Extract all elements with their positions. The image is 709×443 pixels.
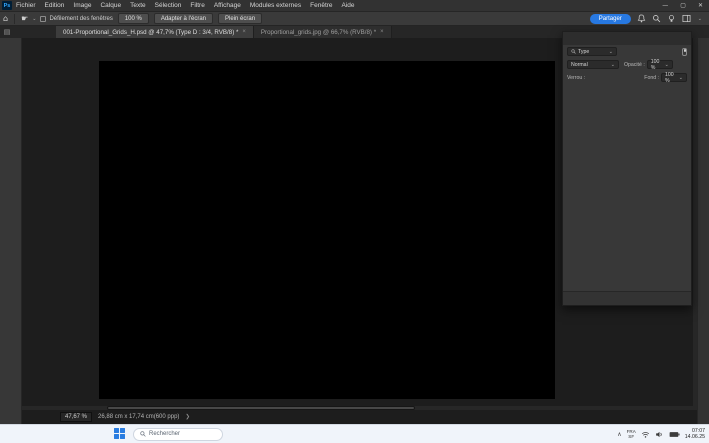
workspace-switcher-icon[interactable]	[682, 14, 691, 23]
menu-item-filtre[interactable]: Filtre	[190, 2, 204, 9]
fit-screen-button[interactable]: Adapter à l'écran	[154, 13, 213, 24]
panel-dock-strip	[697, 38, 709, 424]
layer-filter-row: Type ⌄	[563, 45, 691, 58]
document-tab-2[interactable]: Proportional_grids.jpg @ 66,7% (RVB/8) *…	[254, 26, 392, 38]
document-dimensions: 26,88 cm x 17,74 cm(600 ppp)	[98, 414, 179, 420]
menu-item-modules-externes[interactable]: Modules externes	[250, 2, 301, 9]
system-tray: ∧ FRASF 07:0714.06.25	[617, 428, 709, 441]
scroll-all-windows-label: Défilement des fenêtres	[49, 16, 112, 22]
menu-item-fichier[interactable]: Fichier	[16, 2, 36, 9]
layers-list	[563, 84, 691, 291]
opacity-value: 100 %	[651, 59, 663, 71]
tray-chevron-icon[interactable]: ∧	[617, 431, 621, 438]
tab-spacer	[14, 26, 56, 38]
search-kind-label: Type	[578, 49, 589, 55]
search-icon	[140, 431, 146, 437]
blend-mode-select[interactable]: Normal ⌄	[567, 60, 619, 69]
opacity-label: Opacité :	[624, 62, 645, 68]
close-button[interactable]: ✕	[698, 2, 703, 9]
window-controls: — ▢ ✕	[662, 2, 709, 9]
minimize-button[interactable]: —	[662, 2, 668, 9]
layers-panel: Type ⌄ Normal ⌄ Opacité : 100 % ⌄ Verrou…	[562, 31, 692, 306]
fill-select[interactable]: 100 % ⌄	[661, 73, 687, 82]
menu-item-aide[interactable]: Aide	[342, 2, 355, 9]
scroll-all-windows-checkbox[interactable]	[40, 16, 46, 22]
maximize-button[interactable]: ▢	[680, 2, 686, 9]
status-menu-caret[interactable]: ❯	[185, 414, 190, 420]
canvas[interactable]	[99, 61, 555, 399]
taskbar-search-label: Rechercher	[149, 431, 180, 437]
panel-tab-bar	[563, 32, 691, 45]
start-button[interactable]	[114, 428, 127, 441]
document-tab-label: 001-Proportional_Grids_H.psd @ 47,7% (Ty…	[63, 29, 238, 36]
layers-panel-actions	[563, 291, 691, 305]
chevron-down-icon[interactable]: ⌄	[698, 16, 702, 22]
tools-panel	[0, 38, 22, 424]
zoom-level-field[interactable]: 47,67 %	[60, 412, 92, 422]
share-button[interactable]: Partager	[590, 14, 631, 24]
wifi-icon[interactable]	[641, 430, 650, 439]
document-tab-1[interactable]: 001-Proportional_Grids_H.psd @ 47,7% (Ty…	[56, 26, 254, 38]
blend-mode-row: Normal ⌄ Opacité : 100 % ⌄	[563, 58, 691, 71]
taskbar-clock[interactable]: 07:0714.06.25	[685, 428, 705, 441]
menu-bar: Fichier Edition Image Calque Texte Sélection F…	[16, 2, 355, 9]
full-screen-button[interactable]: Plein écran	[218, 13, 262, 24]
status-bar: 47,67 % 26,88 cm x 17,74 cm(600 ppp) ❯	[22, 410, 697, 424]
options-bar: ⌂ ☛ ⌄ Défilement des fenêtres 100 % Adap…	[0, 12, 709, 26]
document-tab-label: Proportional_grids.jpg @ 66,7% (RVB/8) *	[261, 29, 376, 36]
search-icon[interactable]	[652, 14, 661, 23]
photoshop-app-icon: Ps	[2, 1, 12, 10]
menu-item-texte[interactable]: Texte	[130, 2, 146, 9]
photoshop-window: Ps Fichier Edition Image Calque Texte Sélecti…	[0, 0, 709, 443]
close-icon[interactable]: ×	[380, 29, 384, 35]
proportional-grids-artwork	[99, 61, 399, 211]
lock-label: Verrou :	[567, 75, 585, 81]
lock-row: Verrou : Fond : 100 % ⌄	[563, 71, 691, 84]
menu-item-calque[interactable]: Calque	[100, 2, 121, 9]
fill-label: Fond :	[644, 75, 659, 81]
layer-search-field[interactable]: Type ⌄	[567, 47, 617, 56]
vertical-scrollbar[interactable]	[693, 38, 697, 410]
notifications-bell-icon[interactable]	[637, 14, 646, 23]
taskbar-search[interactable]: Rechercher	[133, 428, 223, 441]
chevron-down-icon[interactable]: ⌄	[32, 16, 36, 22]
keyboard-language-indicator[interactable]: FRASF	[627, 429, 636, 440]
opacity-select[interactable]: 100 % ⌄	[647, 60, 673, 69]
divider	[14, 14, 15, 24]
menu-item-sélection[interactable]: Sélection	[155, 2, 182, 9]
title-bar: Ps Fichier Edition Image Calque Texte Sélecti…	[0, 0, 709, 12]
fill-value: 100 %	[665, 72, 677, 84]
windows-taskbar: Rechercher ∧ FRASF 07:0714.06.25	[0, 424, 709, 443]
menu-item-affichage[interactable]: Affichage	[214, 2, 241, 9]
filter-toggle-switch[interactable]	[682, 48, 687, 56]
horizontal-scrollbar[interactable]	[22, 406, 693, 410]
battery-icon[interactable]	[669, 430, 680, 439]
hand-tool-icon[interactable]: ☛	[21, 14, 28, 23]
menu-item-edition[interactable]: Edition	[45, 2, 65, 9]
tab-overflow-icon[interactable]: ▤	[0, 26, 14, 38]
close-icon[interactable]: ×	[242, 29, 246, 35]
volume-icon[interactable]	[655, 430, 664, 439]
search-icon	[571, 49, 576, 54]
discover-lightbulb-icon[interactable]	[667, 14, 676, 23]
home-icon[interactable]: ⌂	[3, 14, 8, 23]
zoom-100-button[interactable]: 100 %	[118, 13, 149, 24]
menu-item-image[interactable]: Image	[73, 2, 91, 9]
blend-mode-value: Normal	[571, 62, 588, 68]
menu-item-fenêtre[interactable]: Fenêtre	[310, 2, 332, 9]
